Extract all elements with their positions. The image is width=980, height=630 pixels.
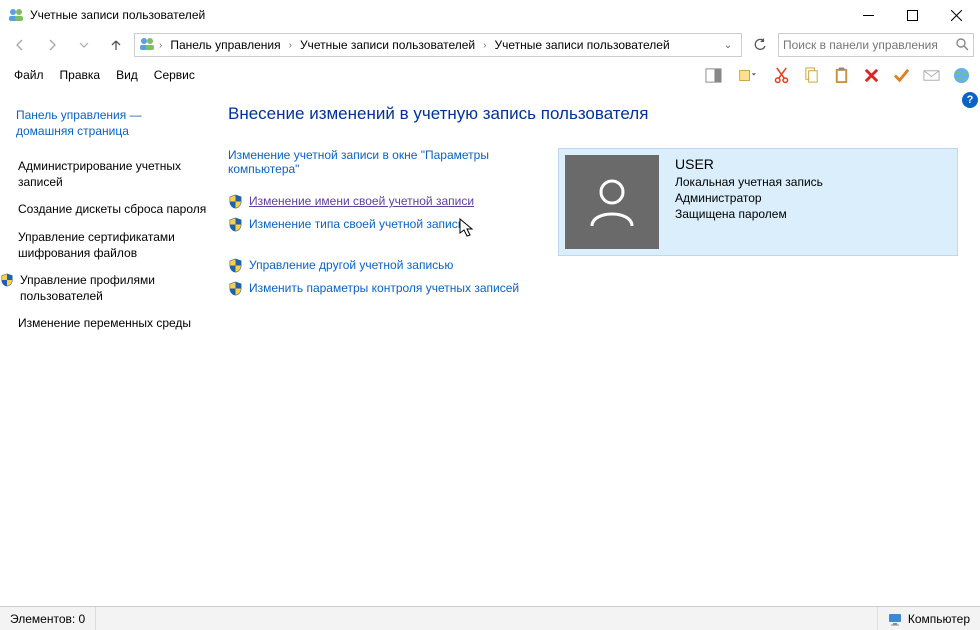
user-card: USER Локальная учетная запись Администра… <box>558 148 958 256</box>
titlebar: Учетные записи пользователей <box>0 0 980 30</box>
user-account-type: Локальная учетная запись <box>675 174 823 190</box>
page-heading: Внесение изменений в учетную запись поль… <box>228 104 970 124</box>
close-button[interactable] <box>934 1 978 29</box>
app-icon <box>8 7 24 23</box>
recent-dropdown[interactable] <box>70 32 98 58</box>
apply-button[interactable] <box>888 62 914 88</box>
search-input[interactable] <box>783 38 955 52</box>
mail-button[interactable] <box>918 62 944 88</box>
paste-button[interactable] <box>828 62 854 88</box>
menu-bar: Файл Правка Вид Сервис ? <box>0 60 980 90</box>
content-area: Панель управления —домашняя страница Адм… <box>0 90 980 606</box>
sidebar-item-profiles[interactable]: Управление профилями пользователей <box>16 269 210 312</box>
address-bar-row: › Панель управления › Учетные записи пол… <box>0 30 980 60</box>
main-panel: Внесение изменений в учетную запись поль… <box>218 104 980 606</box>
toolbar <box>700 62 974 88</box>
menu-view[interactable]: Вид <box>108 64 146 86</box>
view-options-button[interactable] <box>730 62 764 88</box>
link-change-name[interactable]: Изменение имени своей учетной записи <box>228 194 528 209</box>
link-change-in-settings[interactable]: Изменение учетной записи в окне "Парамет… <box>228 148 528 176</box>
shield-icon <box>0 273 14 287</box>
status-computer: Компьютер <box>878 612 980 626</box>
cut-button[interactable] <box>768 62 794 88</box>
link-uac-settings[interactable]: Изменить параметры контроля учетных запи… <box>228 281 528 296</box>
refresh-button[interactable] <box>746 33 774 57</box>
addr-icon <box>139 36 155 55</box>
copy-button[interactable] <box>798 62 824 88</box>
chevron-right-icon[interactable]: › <box>481 40 488 51</box>
user-role: Администратор <box>675 190 823 206</box>
shield-icon <box>228 258 243 273</box>
breadcrumb-group2[interactable]: Учетные записи пользователей <box>490 36 673 54</box>
user-protection: Защищена паролем <box>675 206 823 222</box>
link-change-type[interactable]: Изменение типа своей учетной записи <box>228 217 528 232</box>
status-elements: Элементов: 0 <box>0 607 96 630</box>
sidebar-home[interactable]: Панель управления —домашняя страница <box>16 104 210 147</box>
up-button[interactable] <box>102 32 130 58</box>
sidebar-item-certificates[interactable]: Управление сертификатами шифрования файл… <box>16 226 210 269</box>
sidebar-item-admin[interactable]: Администрирование учетных записей <box>16 155 210 198</box>
action-links: Изменение учетной записи в окне "Парамет… <box>228 148 528 304</box>
back-button[interactable] <box>6 32 34 58</box>
shield-icon <box>228 194 243 209</box>
sidebar: Панель управления —домашняя страница Адм… <box>0 104 218 606</box>
globe-button[interactable] <box>948 62 974 88</box>
menu-service[interactable]: Сервис <box>146 64 203 86</box>
user-info: USER Локальная учетная запись Администра… <box>675 155 823 222</box>
search-icon[interactable] <box>955 37 969 54</box>
minimize-button[interactable] <box>846 1 890 29</box>
maximize-button[interactable] <box>890 1 934 29</box>
shield-icon <box>228 281 243 296</box>
delete-button[interactable] <box>858 62 884 88</box>
address-dropdown[interactable]: ⌄ <box>719 40 737 51</box>
window-title: Учетные записи пользователей <box>30 8 846 22</box>
forward-button[interactable] <box>38 32 66 58</box>
link-manage-other[interactable]: Управление другой учетной записью <box>228 258 528 273</box>
address-bar[interactable]: › Панель управления › Учетные записи пол… <box>134 33 742 57</box>
search-box[interactable] <box>778 33 974 57</box>
breadcrumb-root[interactable]: Панель управления <box>166 36 284 54</box>
sidebar-item-reset-disk[interactable]: Создание дискеты сброса пароля <box>16 198 210 226</box>
avatar <box>565 155 659 249</box>
breadcrumb-group1[interactable]: Учетные записи пользователей <box>296 36 479 54</box>
help-icon[interactable]: ? <box>962 92 978 108</box>
status-bar: Элементов: 0 Компьютер <box>0 606 980 630</box>
chevron-right-icon[interactable]: › <box>287 40 294 51</box>
shield-icon <box>228 217 243 232</box>
chevron-right-icon[interactable]: › <box>157 40 164 51</box>
preview-pane-button[interactable] <box>700 62 726 88</box>
user-name: USER <box>675 155 823 174</box>
menu-file[interactable]: Файл <box>6 64 52 86</box>
sidebar-item-env[interactable]: Изменение переменных среды <box>16 312 210 340</box>
menu-edit[interactable]: Правка <box>52 64 109 86</box>
